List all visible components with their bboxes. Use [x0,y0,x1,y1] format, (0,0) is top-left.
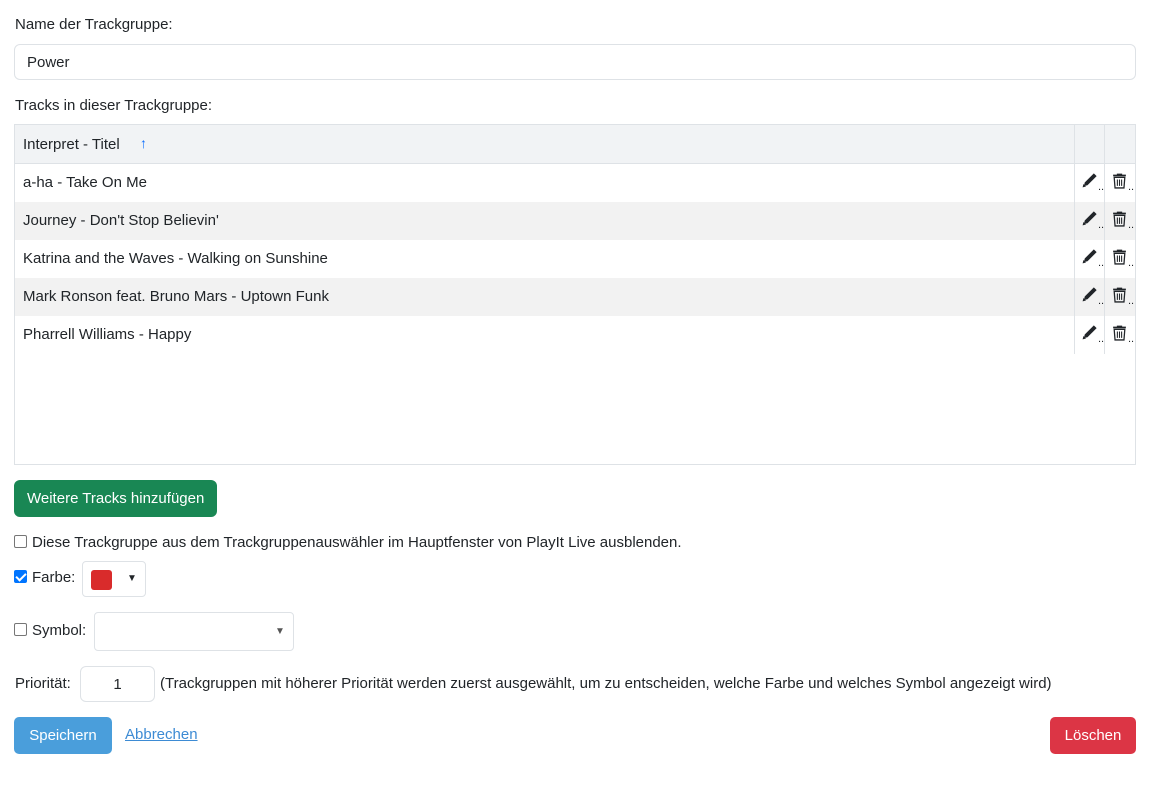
pencil-icon[interactable]: .. [1081,324,1105,346]
symbol-label: Symbol: [32,622,87,639]
header-edit-col [1074,125,1075,164]
column-separator [1074,278,1075,316]
save-button[interactable]: Speichern [14,717,112,754]
trash-icon[interactable]: .. [1111,286,1135,308]
sort-ascending-icon[interactable]: ↑ [140,135,147,151]
delete-button[interactable]: Löschen [1050,717,1136,754]
track-title: a-ha - Take On Me [23,174,147,191]
color-picker[interactable]: ▼ [82,561,146,597]
track-title: Katrina and the Waves - Walking on Sunsh… [23,250,328,267]
pencil-icon[interactable]: .. [1081,172,1105,194]
table-row: Katrina and the Waves - Walking on Sunsh… [15,240,1135,278]
tracks-table: Interpret - Titel ↑ a-ha - Take On Me...… [14,124,1136,465]
symbol-checkbox[interactable] [14,623,27,636]
chevron-down-icon: ▼ [275,626,285,637]
symbol-select[interactable]: ▼ [94,612,294,651]
trash-icon[interactable]: .. [1111,172,1135,194]
trash-icon[interactable]: .. [1111,210,1135,232]
pencil-icon[interactable]: .. [1081,248,1105,270]
add-tracks-button[interactable]: Weitere Tracks hinzufügen [14,480,218,517]
table-header: Interpret - Titel ↑ [15,125,1135,164]
track-title: Mark Ronson feat. Bruno Mars - Uptown Fu… [23,288,329,305]
header-delete-col [1104,125,1105,164]
table-row: Mark Ronson feat. Bruno Mars - Uptown Fu… [15,278,1135,316]
column-header-title[interactable]: Interpret - Titel [23,136,120,153]
color-label: Farbe: [32,569,76,586]
table-row: Journey - Don't Stop Believin'.... [15,202,1135,240]
pencil-icon[interactable]: .. [1081,210,1105,232]
column-separator [1074,240,1075,278]
trash-icon[interactable]: .. [1111,248,1135,270]
column-separator [1074,202,1075,240]
cancel-link[interactable]: Abbrechen [125,726,198,743]
chevron-down-icon: ▼ [127,573,137,584]
column-separator [1074,164,1075,202]
priority-label: Priorität: [15,675,71,692]
color-checkbox[interactable] [14,570,27,583]
track-title: Journey - Don't Stop Believin' [23,212,219,229]
table-row: a-ha - Take On Me.... [15,164,1135,202]
pencil-icon[interactable]: .. [1081,286,1105,308]
track-title: Pharrell Williams - Happy [23,326,192,343]
name-label: Name der Trackgruppe: [15,16,173,33]
hide-label: Diese Trackgruppe aus dem Trackgruppenau… [32,534,682,551]
color-swatch [91,570,112,590]
trash-icon[interactable]: .. [1111,324,1135,346]
priority-input[interactable] [80,666,155,702]
hide-checkbox[interactable] [14,535,27,548]
tracks-label: Tracks in dieser Trackgruppe: [15,97,213,114]
table-row: Pharrell Williams - Happy.... [15,316,1135,354]
priority-hint: (Trackgruppen mit höherer Priorität werd… [160,675,1052,692]
name-input[interactable] [14,44,1136,80]
column-separator [1074,316,1075,354]
